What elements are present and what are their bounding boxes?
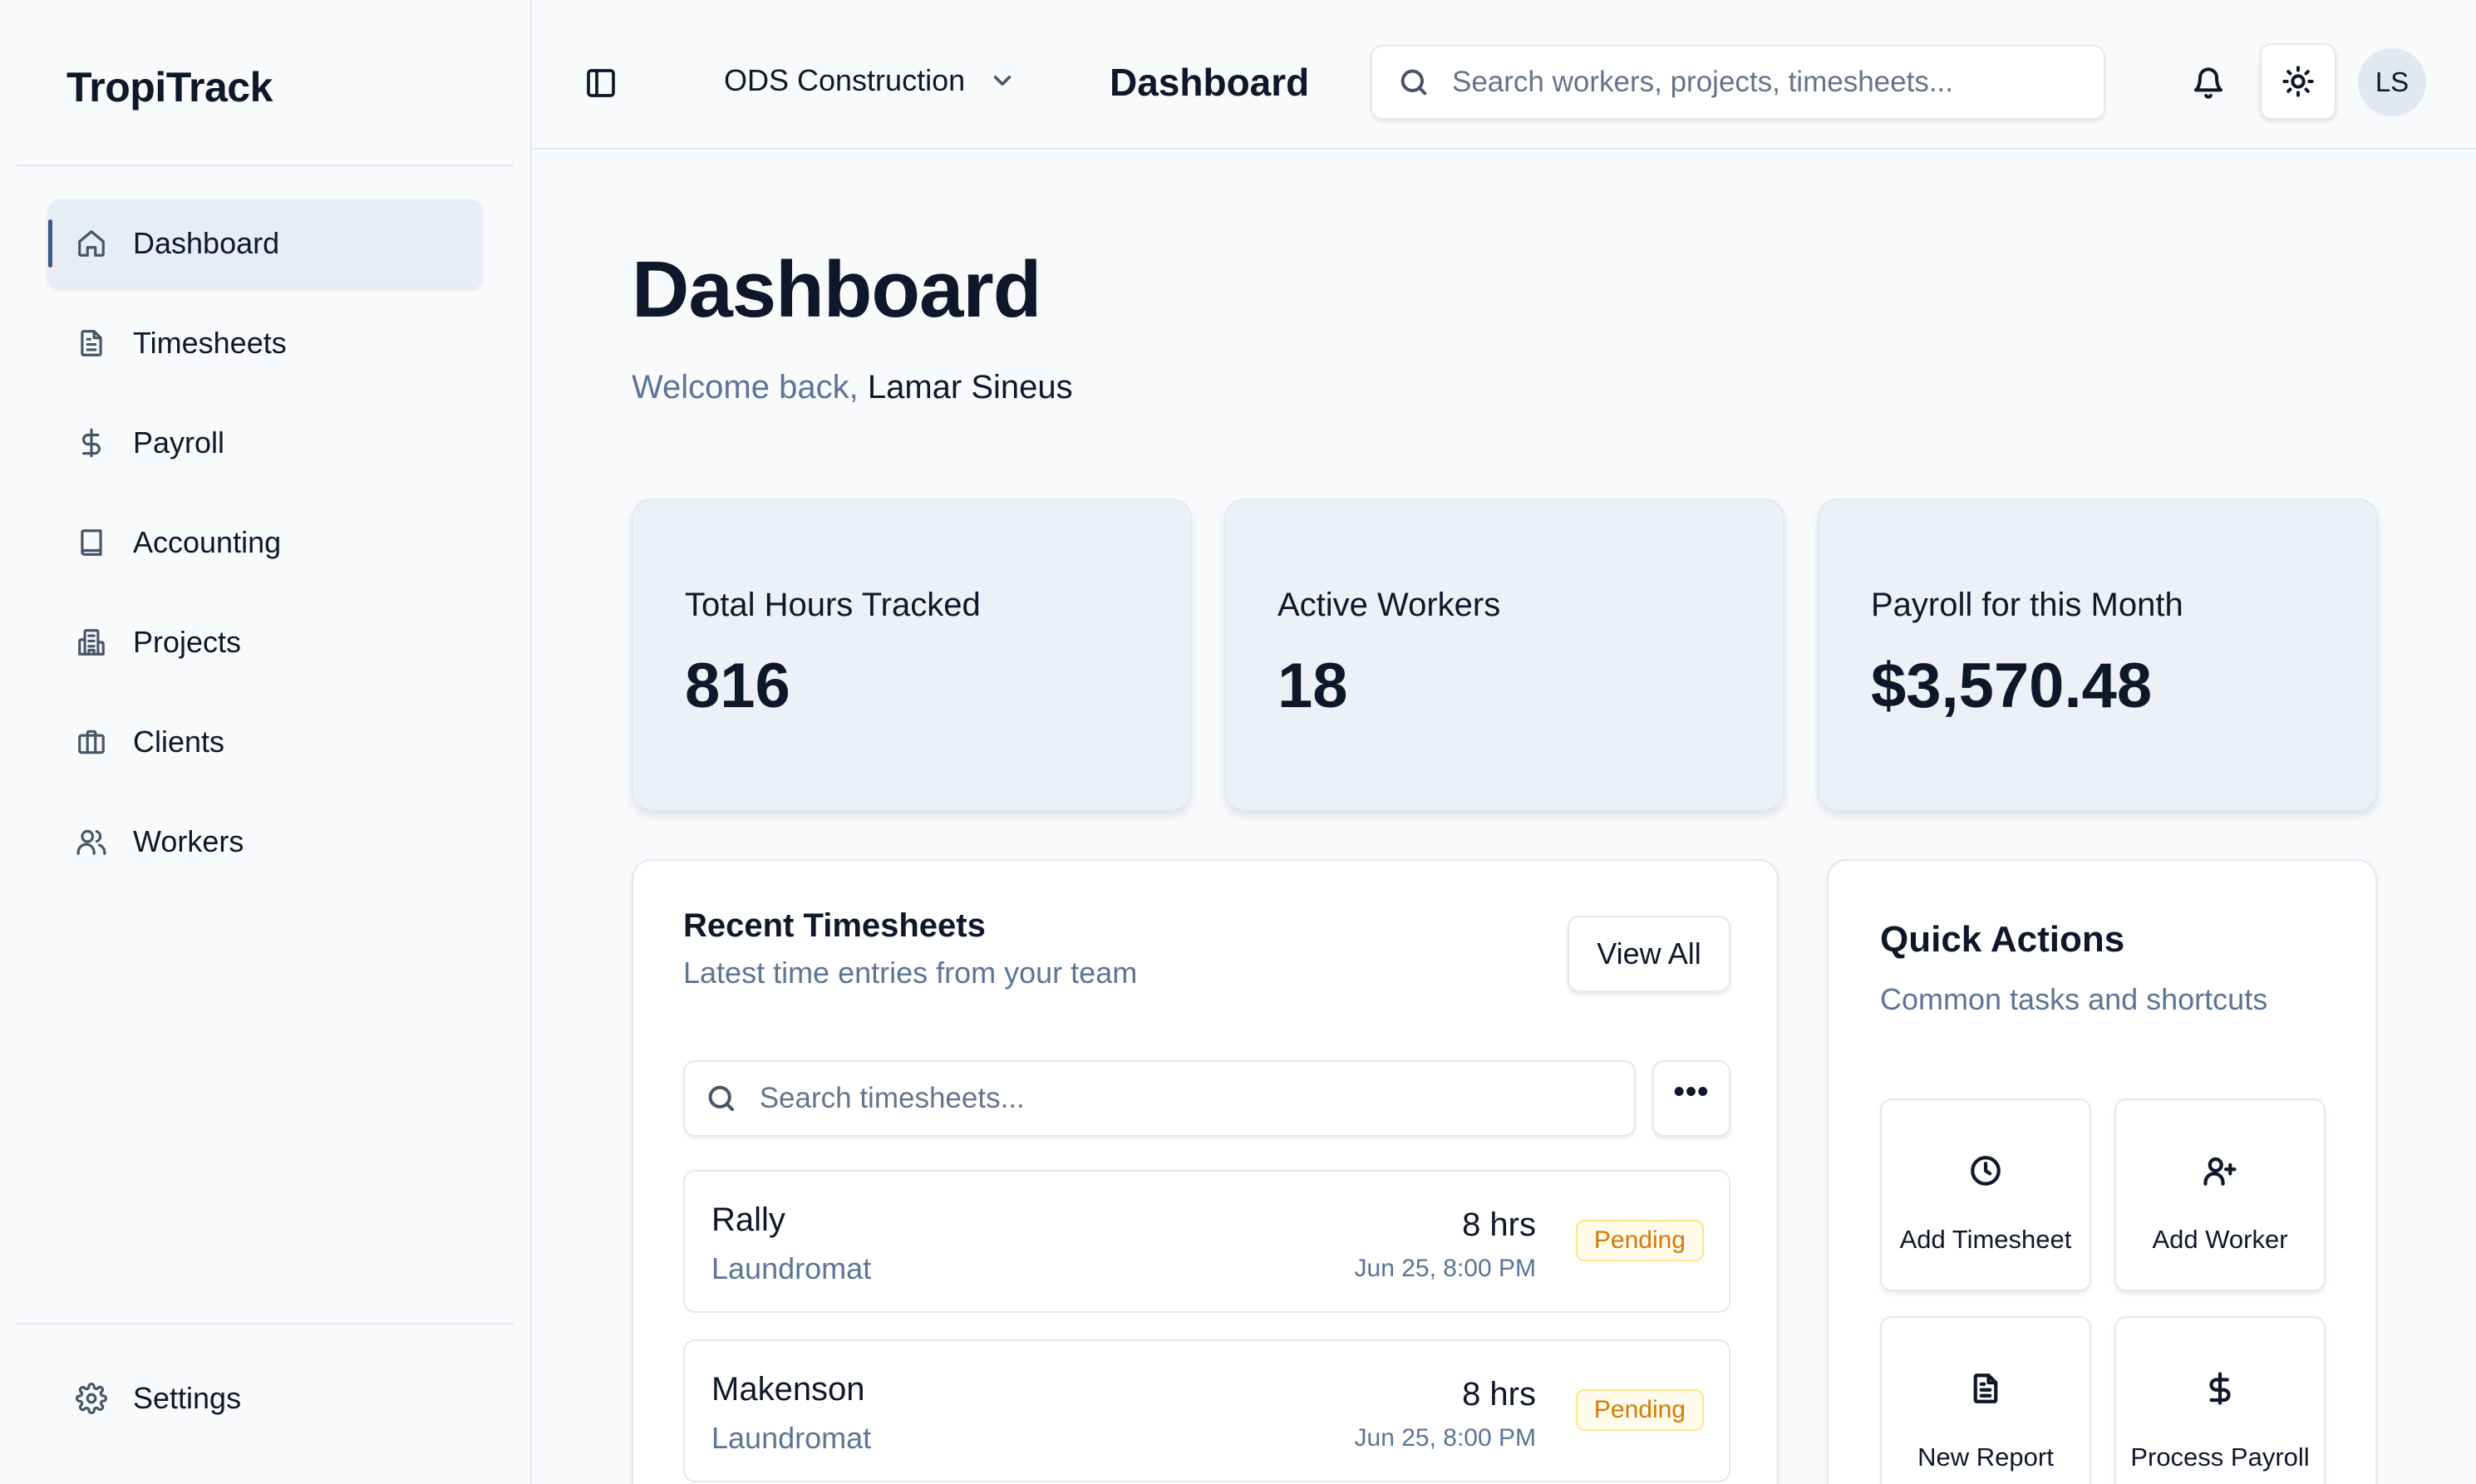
header-title: Dashboard: [1110, 61, 1310, 104]
gear-icon: [75, 1382, 108, 1415]
stat-label: Active Workers: [1277, 587, 1501, 623]
stat-card-payroll-month: Payroll for this Month $3,570.48: [1818, 499, 2378, 811]
card-title: Recent Timesheets: [683, 907, 986, 944]
stat-value: 816: [685, 651, 790, 721]
quick-action-label: New Report: [1917, 1442, 2054, 1472]
bell-icon: [2194, 67, 2222, 99]
sidebar-item-workers[interactable]: Workers: [48, 798, 482, 886]
stat-label: Total Hours Tracked: [685, 587, 981, 623]
add-timesheet-button[interactable]: Add Timesheet: [1880, 1098, 2091, 1291]
user-plus-icon: [2116, 1153, 2324, 1188]
sidebar-item-clients[interactable]: Clients: [48, 698, 482, 786]
user-avatar[interactable]: LS: [2358, 48, 2426, 116]
notifications-button[interactable]: [2190, 65, 2227, 101]
global-search-input[interactable]: [1452, 66, 2084, 99]
worker-name: Rally: [711, 1201, 785, 1238]
add-worker-button[interactable]: Add Worker: [2114, 1098, 2326, 1291]
sidebar-item-label: Workers: [133, 824, 244, 858]
card-title: Quick Actions: [1880, 919, 2125, 960]
quick-action-label: Add Worker: [2152, 1225, 2288, 1254]
stat-card-total-hours: Total Hours Tracked 816: [632, 499, 1192, 811]
home-icon: [75, 227, 108, 260]
sidebar-item-label: Settings: [133, 1381, 242, 1415]
welcome-prefix: Welcome back,: [632, 369, 859, 405]
stat-value: 18: [1277, 651, 1348, 721]
sidebar-item-label: Payroll: [133, 425, 225, 459]
search-icon: [708, 1085, 735, 1112]
card-subtitle: Latest time entries from your team: [683, 956, 1138, 990]
sidebar-toggle-button[interactable]: [583, 65, 619, 101]
clock-icon: [1882, 1153, 2090, 1188]
briefcase-icon: [75, 725, 108, 759]
sidebar: TropiTrack Dashboard Timesheets Payroll: [0, 0, 532, 1484]
organization-switcher[interactable]: ODS Construction: [724, 63, 1016, 98]
chevron-down-icon: [993, 76, 1012, 86]
quick-actions-card: Quick Actions Common tasks and shortcuts…: [1827, 859, 2377, 1484]
recent-timesheets-card: Recent Timesheets Latest time entries fr…: [632, 859, 1779, 1484]
app-root: TropiTrack Dashboard Timesheets Payroll: [0, 0, 2476, 1484]
welcome-message: Welcome back, Lamar Sineus: [632, 369, 1073, 406]
timesheet-search-input[interactable]: [759, 1082, 1634, 1115]
sidebar-divider-bottom: [17, 1323, 514, 1324]
sidebar-item-label: Timesheets: [133, 326, 287, 360]
stat-label: Payroll for this Month: [1871, 587, 2183, 623]
sidebar-item-label: Dashboard: [133, 226, 280, 260]
organization-name: ODS Construction: [724, 63, 966, 97]
top-header: ODS Construction Dashboard LS: [533, 0, 2476, 150]
brand-logo[interactable]: TropiTrack: [66, 63, 273, 111]
sidebar-item-accounting[interactable]: Accounting: [48, 499, 482, 587]
sidebar-item-dashboard[interactable]: Dashboard: [48, 199, 482, 287]
dollar-icon: [75, 426, 108, 459]
timestamp: Jun 25, 8:00 PM: [1354, 1255, 1536, 1282]
hours-value: 8 hrs: [1462, 1206, 1536, 1243]
theme-toggle-button[interactable]: [2260, 43, 2336, 120]
sidebar-item-settings[interactable]: Settings: [48, 1354, 482, 1442]
status-badge: Pending: [1575, 1389, 1704, 1431]
book-icon: [75, 526, 108, 559]
document-icon: [75, 327, 108, 360]
sidebar-item-payroll[interactable]: Payroll: [48, 399, 482, 487]
timesheet-search: [683, 1060, 1636, 1137]
new-report-button[interactable]: New Report: [1880, 1316, 2091, 1484]
timesheet-row[interactable]: Makenson Laundromat 8 hrs Jun 25, 8:00 P…: [683, 1339, 1730, 1482]
sidebar-nav: Dashboard Timesheets Payroll Accounting: [48, 199, 482, 897]
stat-card-active-workers: Active Workers 18: [1224, 499, 1784, 811]
file-text-icon: [1882, 1371, 2090, 1406]
stat-value: $3,570.48: [1871, 651, 2153, 721]
panel-left-icon: [587, 69, 615, 97]
quick-action-label: Add Timesheet: [1899, 1225, 2072, 1254]
timesheet-row[interactable]: Rally Laundromat 8 hrs Jun 25, 8:00 PM P…: [683, 1170, 1730, 1313]
page-title: Dashboard: [632, 245, 1041, 334]
more-horizontal-icon: •••: [1673, 1074, 1710, 1109]
quick-action-label: Process Payroll: [2130, 1442, 2310, 1472]
global-search: [1371, 45, 2105, 120]
dollar-icon: [2116, 1371, 2324, 1406]
status-badge: Pending: [1575, 1220, 1704, 1261]
sidebar-item-label: Accounting: [133, 525, 282, 559]
building-icon: [75, 626, 108, 659]
sidebar-item-timesheets[interactable]: Timesheets: [48, 299, 482, 387]
sidebar-divider-top: [17, 165, 514, 166]
sidebar-settings: Settings: [48, 1354, 482, 1454]
search-icon: [1400, 69, 1427, 96]
more-options-button[interactable]: •••: [1652, 1060, 1730, 1137]
client-name: Laundromat: [711, 1251, 872, 1285]
sidebar-item-label: Clients: [133, 725, 225, 759]
welcome-user-name: Lamar Sineus: [867, 369, 1073, 405]
sidebar-item-projects[interactable]: Projects: [48, 598, 482, 686]
sun-icon: [2282, 66, 2314, 97]
hours-value: 8 hrs: [1462, 1376, 1536, 1413]
worker-name: Makenson: [711, 1371, 865, 1408]
client-name: Laundromat: [711, 1421, 872, 1455]
users-icon: [75, 825, 108, 858]
view-all-button[interactable]: View All: [1568, 916, 1730, 992]
sidebar-item-label: Projects: [133, 625, 242, 659]
card-subtitle: Common tasks and shortcuts: [1880, 982, 2268, 1016]
timestamp: Jun 25, 8:00 PM: [1354, 1424, 1536, 1452]
process-payroll-button[interactable]: Process Payroll: [2114, 1316, 2326, 1484]
